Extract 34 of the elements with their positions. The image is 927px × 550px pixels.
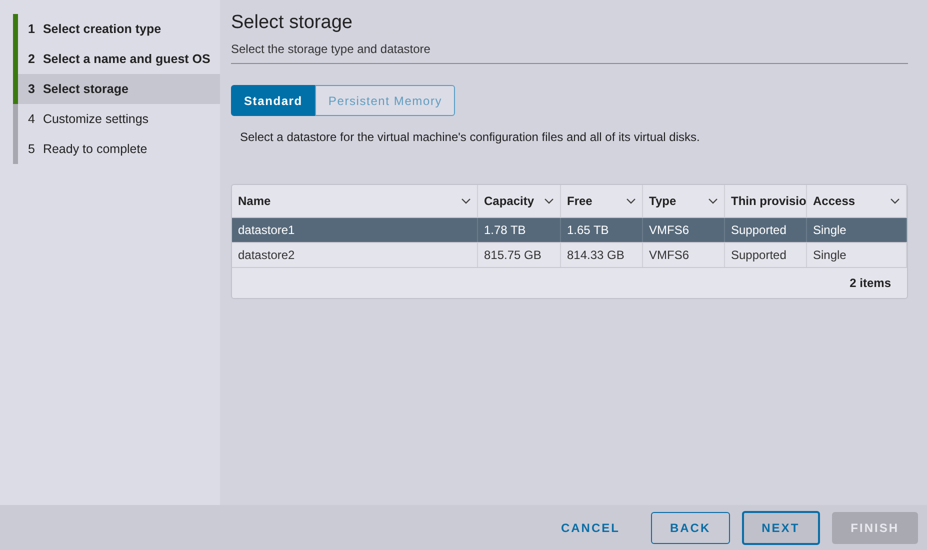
wizard-step[interactable]: 4 Customize settings: [13, 104, 220, 134]
description-text: Select a datastore for the virtual machine's configuration files and all of its virtual disks.: [240, 130, 701, 144]
page-subtitle: Select the storage type and datastore: [231, 42, 908, 64]
table-cell: Single: [807, 218, 907, 242]
item-count: 2 items: [850, 276, 891, 290]
column-header[interactable]: Type: [643, 185, 725, 217]
column-header[interactable]: Capacity: [478, 185, 561, 217]
chevron-down-icon[interactable]: [626, 198, 636, 204]
chevron-down-icon[interactable]: [708, 198, 718, 204]
table-cell: VMFS6: [643, 243, 725, 267]
column-header[interactable]: Name: [232, 185, 478, 217]
wizard-step[interactable]: 5 Ready to complete: [13, 134, 220, 164]
column-header[interactable]: Thin provisio: [725, 185, 807, 217]
chevron-down-icon[interactable]: [890, 198, 900, 204]
wizard-step[interactable]: 1 Select creation type: [13, 14, 220, 44]
page-title: Select storage: [231, 12, 354, 34]
wizard-step[interactable]: 3 Select storage: [13, 74, 220, 104]
table-cell: VMFS6: [643, 218, 725, 242]
table-row[interactable]: datastore2 815.75 GB 814.33 GB VMFS6 Supported Single: [232, 243, 907, 268]
table-cell: 815.75 GB: [478, 243, 561, 267]
table-cell: 1.78 TB: [478, 218, 561, 242]
table-cell: Supported: [725, 243, 807, 267]
table-cell: 814.33 GB: [561, 243, 643, 267]
column-header[interactable]: Access: [807, 185, 907, 217]
table-cell: datastore2: [232, 243, 478, 267]
column-header[interactable]: Free: [561, 185, 643, 217]
chevron-down-icon[interactable]: [544, 198, 554, 204]
table-cell: datastore1: [232, 218, 478, 242]
storage-type-tab[interactable]: Standard: [231, 85, 316, 116]
table-row[interactable]: datastore1 1.78 TB 1.65 TB VMFS6 Supported Single: [232, 218, 907, 243]
chevron-down-icon[interactable]: [461, 198, 471, 204]
table-cell: 1.65 TB: [561, 218, 643, 242]
table-cell: Single: [807, 243, 907, 267]
table-cell: Supported: [725, 218, 807, 242]
